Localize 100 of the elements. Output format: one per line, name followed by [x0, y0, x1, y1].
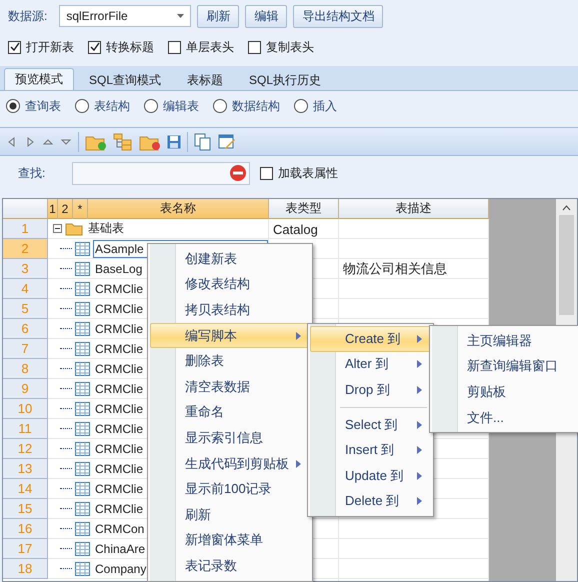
table-name[interactable]: CRMClie — [95, 482, 143, 496]
row-number: 17 — [3, 539, 48, 559]
toolbar-button[interactable]: 刷新 — [197, 4, 240, 28]
copy-icon[interactable] — [194, 132, 212, 150]
row-number: 4 — [3, 279, 48, 299]
table-name[interactable]: CRMClie — [95, 382, 143, 396]
menu-item[interactable]: 新查询编辑窗口 — [432, 354, 578, 380]
tab[interactable]: 表标题 — [176, 70, 234, 90]
menu-item[interactable]: Update 到 — [310, 462, 431, 489]
radio-button[interactable] — [75, 99, 89, 113]
submenu-arrow-icon — [417, 334, 422, 343]
table-name[interactable]: CRMClie — [95, 302, 143, 316]
table-icon — [75, 422, 90, 436]
table-icon — [75, 242, 90, 256]
table-name[interactable]: CRMClie — [95, 342, 143, 356]
table-icon — [75, 262, 90, 276]
checkmark-icon — [10, 42, 20, 52]
table-name[interactable]: 基础表 — [88, 220, 124, 237]
table-icon — [75, 562, 90, 576]
radio-button[interactable] — [144, 99, 158, 113]
checkbox[interactable] — [8, 40, 21, 54]
column-header[interactable]: 表名称 — [88, 199, 269, 219]
table-name[interactable]: CRMClie — [95, 502, 143, 516]
checkmark-icon — [90, 42, 100, 52]
menu-item[interactable]: Select 到 — [310, 412, 431, 438]
menu-item[interactable]: 拷贝表结构 — [150, 297, 310, 323]
menu-item[interactable]: Drop 到 — [310, 377, 431, 403]
menu-item[interactable]: 刷新 — [150, 502, 310, 528]
menu-item[interactable]: 创建新表 — [150, 246, 310, 272]
column-header[interactable]: 表描述 — [339, 199, 489, 219]
table-name[interactable]: CRMCon — [95, 522, 144, 536]
tab[interactable]: 预览模式 — [4, 68, 74, 90]
checkbox[interactable] — [88, 40, 101, 54]
row-number: 7 — [3, 339, 48, 359]
row-number: 5 — [3, 299, 48, 319]
table-name[interactable]: CRMClie — [95, 462, 143, 476]
checkbox[interactable] — [248, 40, 261, 54]
menu-item[interactable]: Insert 到 — [310, 437, 431, 463]
row-number: 14 — [3, 479, 48, 499]
table-name[interactable]: CRMClie — [95, 322, 143, 336]
checkbox[interactable] — [168, 40, 181, 54]
table-name[interactable]: CRMClie — [95, 362, 143, 376]
radio-label: 数据结构 — [232, 98, 280, 114]
menu-item[interactable]: Create 到 — [310, 326, 431, 352]
dropdown-arrow-icon[interactable] — [177, 14, 184, 18]
menu-item[interactable]: 清空表数据 — [150, 374, 310, 400]
menu-item[interactable]: Alter 到 — [310, 352, 431, 378]
column-header[interactable]: * — [73, 199, 88, 219]
row-number: 8 — [3, 359, 48, 379]
table-name[interactable]: CRMClie — [95, 402, 143, 416]
submenu-arrow-icon — [296, 460, 301, 468]
search-field[interactable] — [72, 162, 250, 184]
radio-label: 表结构 — [94, 98, 130, 114]
table-icon — [75, 462, 90, 476]
tab[interactable]: SQL查询模式 — [78, 70, 172, 90]
radio-button[interactable] — [213, 99, 227, 113]
datasource-dropdown[interactable]: sqlErrorFile — [59, 5, 192, 27]
menu-item[interactable]: Delete 到 — [310, 488, 431, 514]
table-name[interactable]: CRMClie — [95, 282, 143, 296]
menu-item[interactable]: 显示索引信息 — [150, 425, 310, 451]
column-header[interactable]: 1 — [48, 199, 58, 219]
radio-button[interactable] — [6, 99, 20, 113]
tab[interactable]: SQL执行历史 — [238, 70, 332, 90]
table-icon — [75, 402, 90, 416]
corner-header — [3, 199, 48, 219]
collapse-icon[interactable] — [53, 224, 62, 233]
toolbar-button[interactable]: 导出结构文档 — [293, 4, 384, 28]
checkbox[interactable] — [260, 166, 273, 180]
radio-button[interactable] — [294, 99, 308, 113]
row-number: 12 — [3, 439, 48, 459]
edit-icon[interactable] — [218, 132, 236, 150]
table-icon — [75, 282, 90, 296]
menu-item[interactable]: 修改表结构 — [150, 272, 310, 298]
menu-item[interactable]: 删除表 — [150, 348, 310, 374]
table-name[interactable]: Company — [95, 562, 146, 576]
save-icon[interactable] — [167, 134, 181, 148]
table-name[interactable]: CRMClie — [95, 442, 143, 456]
column-header[interactable]: 表类型 — [269, 199, 339, 219]
checkbox-label: 转换标题 — [106, 38, 154, 56]
submenu-arrow-icon — [417, 386, 422, 394]
scrollbar-thumb[interactable] — [559, 215, 574, 315]
table-name[interactable]: ChinaAre — [95, 542, 146, 556]
table-name[interactable]: BaseLog — [95, 262, 142, 276]
menu-item[interactable]: 编写脚本 — [150, 322, 310, 348]
toolbar-button[interactable]: 编辑 — [245, 4, 288, 28]
menu-item[interactable]: 生成代码到剪贴板 — [150, 450, 310, 476]
clear-icon[interactable] — [229, 164, 247, 182]
folder-tree-icon[interactable] — [113, 132, 133, 150]
menu-item[interactable]: 新增窗体菜单 — [150, 528, 310, 554]
menu-item[interactable]: 文件... — [432, 404, 578, 430]
scroll-up-icon[interactable] — [562, 205, 571, 211]
table-icon — [75, 382, 90, 396]
menu-item[interactable]: 表记录数 — [150, 553, 310, 579]
menu-item[interactable]: 重命名 — [150, 400, 310, 426]
table-name[interactable]: CRMClie — [95, 422, 143, 436]
column-header[interactable]: 2 — [58, 199, 73, 219]
menu-item[interactable]: 剪贴板 — [432, 379, 578, 405]
checkbox-label: 复制表头 — [266, 38, 314, 56]
menu-item[interactable]: 主页编辑器 — [432, 328, 578, 354]
menu-item[interactable]: 显示前100记录 — [150, 476, 310, 502]
